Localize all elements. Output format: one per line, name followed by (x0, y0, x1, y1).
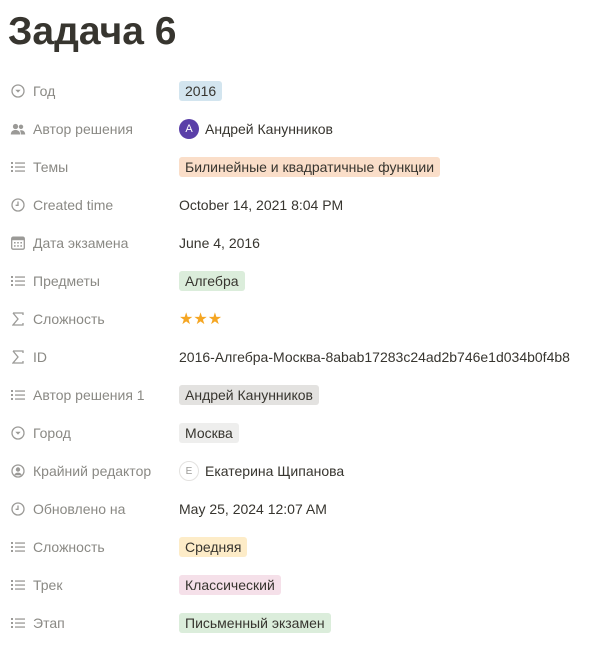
property-row: Этап Письменный экзамен (0, 604, 593, 642)
property-row: Автор решения А Андрей Канунников (0, 110, 593, 148)
person-name[interactable]: Андрей Канунников (205, 121, 333, 137)
property-label: Сложность (33, 539, 105, 555)
sigma-icon (10, 349, 26, 365)
property-name[interactable]: Трек (10, 566, 175, 604)
list-icon (10, 539, 26, 555)
property-name[interactable]: Этап (10, 604, 175, 642)
property-row: Предметы Алгебра (0, 262, 593, 300)
property-value[interactable]: Е Екатерина Щипанова (179, 452, 344, 490)
property-label: Дата экзамена (33, 235, 129, 251)
property-row: Обновлено на May 25, 2024 12:07 AM (0, 490, 593, 528)
select-tag[interactable]: Алгебра (179, 271, 245, 291)
property-label: Автор решения 1 (33, 387, 145, 403)
people-icon (10, 121, 26, 137)
list-icon (10, 577, 26, 593)
avatar: А (179, 119, 199, 139)
property-text: June 4, 2016 (179, 235, 260, 251)
list-icon (10, 273, 26, 289)
property-row: Крайний редактор Е Екатерина Щипанова (0, 452, 593, 490)
property-value[interactable]: 2016-Алгебра-Москва-8abab17283c24ad2b746… (179, 338, 570, 376)
sigma-icon (10, 311, 26, 327)
property-value[interactable]: Письменный экзамен (179, 604, 331, 642)
select-tag[interactable]: Андрей Канунников (179, 385, 319, 405)
property-value[interactable]: October 14, 2021 8:04 PM (179, 186, 343, 224)
clock-icon (10, 197, 26, 213)
property-label: Этап (33, 615, 65, 631)
property-name[interactable]: Темы (10, 148, 175, 186)
select-tag[interactable]: Письменный экзамен (179, 613, 331, 633)
list-icon (10, 387, 26, 403)
property-label: Год (33, 83, 56, 99)
select-tag[interactable]: Средняя (179, 537, 248, 557)
property-label: Обновлено на (33, 501, 126, 517)
property-name[interactable]: Автор решения (10, 110, 175, 148)
property-label: Темы (33, 159, 69, 175)
avatar: Е (179, 461, 199, 481)
property-value[interactable]: 2016 (179, 72, 223, 110)
property-row: Автор решения 1 Андрей Канунников (0, 376, 593, 414)
select-tag[interactable]: 2016 (179, 81, 223, 101)
property-name[interactable]: Город (10, 414, 175, 452)
property-label: Предметы (33, 273, 100, 289)
select-tag[interactable]: Билинейные и квадратичные функции (179, 157, 441, 177)
property-value[interactable]: Средняя (179, 528, 248, 566)
property-name[interactable]: ID (10, 338, 175, 376)
property-text: October 14, 2021 8:04 PM (179, 197, 344, 213)
property-name[interactable]: Обновлено на (10, 490, 175, 528)
property-label: Автор решения (33, 121, 133, 137)
property-row: Created time October 14, 2021 8:04 PM (0, 186, 593, 224)
person-icon (10, 463, 26, 479)
property-value[interactable]: А Андрей Канунников (179, 110, 333, 148)
property-value[interactable]: Классический (179, 566, 281, 604)
property-label: Created time (33, 197, 114, 213)
list-icon (10, 615, 26, 631)
property-row: Город Москва (0, 414, 593, 452)
rating-stars: ★★★ (179, 311, 223, 328)
clock-icon (10, 501, 26, 517)
property-name[interactable]: Крайний редактор (10, 452, 175, 490)
property-name[interactable]: Сложность (10, 528, 175, 566)
select-tag[interactable]: Москва (179, 423, 239, 443)
property-name[interactable]: Created time (10, 186, 175, 224)
property-name[interactable]: Дата экзамена (10, 224, 175, 262)
calendar-icon (10, 235, 26, 251)
property-name[interactable]: Предметы (10, 262, 175, 300)
property-label: Сложность (33, 311, 105, 327)
property-label: Город (33, 425, 71, 441)
property-row: Сложность Средняя (0, 528, 593, 566)
property-value[interactable]: Андрей Канунников (179, 376, 319, 414)
property-name[interactable]: Год (10, 72, 175, 110)
property-value[interactable]: Алгебра (179, 262, 245, 300)
property-row: Дата экзамена June 4, 2016 (0, 224, 593, 262)
property-row: Сложность ★★★ (0, 300, 593, 338)
property-row: Темы Билинейные и квадратичные функции (0, 148, 593, 186)
select-icon (10, 83, 26, 99)
property-value[interactable]: Билинейные и квадратичные функции (179, 148, 441, 186)
property-name[interactable]: Сложность (10, 300, 175, 338)
property-text: May 25, 2024 12:07 AM (179, 501, 327, 517)
property-label: Крайний редактор (33, 463, 152, 479)
property-value[interactable]: May 25, 2024 12:07 AM (179, 490, 327, 528)
select-tag[interactable]: Классический (179, 575, 281, 595)
property-name[interactable]: Автор решения 1 (10, 376, 175, 414)
property-text: 2016-Алгебра-Москва-8abab17283c24ad2b746… (179, 349, 570, 365)
property-label: Трек (33, 577, 63, 593)
page-container: Задача 6 Год 2016 Автор решения А Андрей Кан… (0, 0, 593, 657)
list-icon (10, 159, 26, 175)
properties-list: Год 2016 Автор решения А Андрей Канунников Те… (0, 72, 593, 642)
page-title[interactable]: Задача 6 (8, 9, 176, 55)
property-row: ID 2016-Алгебра-Москва-8abab17283c24ad2b7… (0, 338, 593, 376)
person-name[interactable]: Екатерина Щипанова (205, 463, 344, 479)
property-value[interactable]: Москва (179, 414, 239, 452)
property-value[interactable]: ★★★ (179, 300, 222, 338)
select-icon (10, 425, 26, 441)
property-row: Год 2016 (0, 72, 593, 110)
property-row: Трек Классический (0, 566, 593, 604)
property-value[interactable]: June 4, 2016 (179, 224, 260, 262)
property-label: ID (33, 349, 47, 365)
